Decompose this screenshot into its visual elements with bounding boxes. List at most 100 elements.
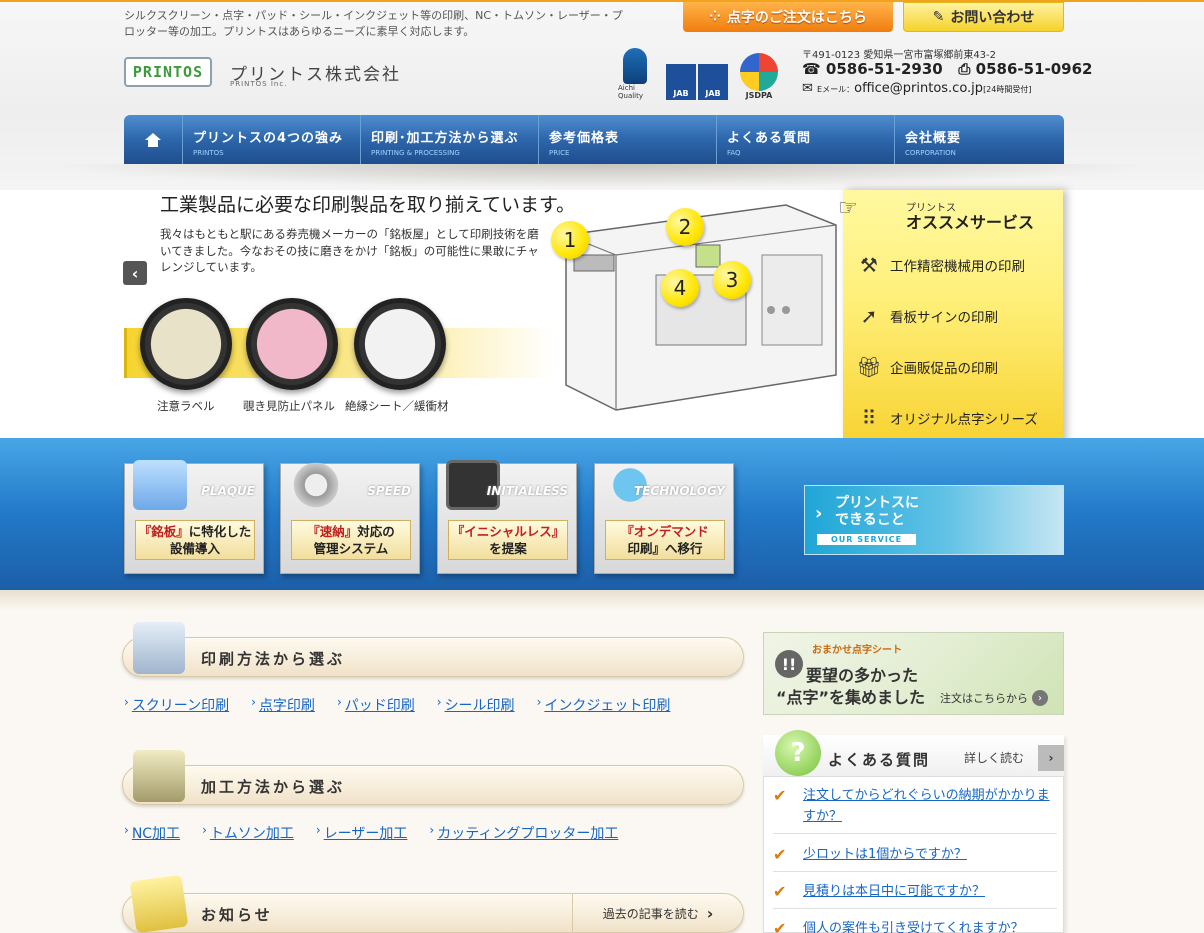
recommend-item-signage[interactable]: ➚ 看板サインの印刷 <box>856 301 1056 331</box>
chevron-right-icon: › <box>706 903 714 923</box>
mail-icon: ✉ <box>802 81 813 96</box>
email-line: ✉ Eメール：office@printos.co.jp[24時間受付] <box>802 81 1031 96</box>
header-description: シルクスクリーン・点字・パッド・シール・インクジェット等の印刷、NC・トムソン・… <box>124 9 623 38</box>
aichi-quality-cert: Aichi Quality <box>618 48 652 100</box>
tools-icon: ⚒ <box>860 253 878 277</box>
logo-text: PRINTOS <box>132 63 204 81</box>
faq-question[interactable]: 少ロットは1個からですか？ <box>803 844 967 865</box>
nav-item-price[interactable]: 参考価格表 PRICE <box>539 115 717 164</box>
link-laser[interactable]: レーザー加工 <box>324 823 408 843</box>
thumb-caution-label[interactable] <box>140 298 232 390</box>
faq-question[interactable]: 注文してからどれぐらいの納期がかかりますか？ <box>803 785 1057 827</box>
section-heading-print: 印刷方法から選ぶ <box>122 622 744 677</box>
link-inkjet-print[interactable]: インクジェット印刷 <box>544 695 670 715</box>
caret-icon: › <box>436 695 442 709</box>
link-thomson[interactable]: トムソン加工 <box>210 823 294 843</box>
card-label: 『銘板』に特化した 設備導入 <box>135 520 255 560</box>
section-title: 加工方法から選ぶ <box>201 778 346 796</box>
slider-prev-button[interactable]: ‹ <box>123 261 147 285</box>
braille-order-button[interactable]: ⁘ 点字のご注文はこちら <box>683 2 893 32</box>
printer-icon <box>133 622 185 674</box>
faq-item: ✔ 少ロットは1個からですか？ <box>773 844 1057 872</box>
fax-number: 0586-51-0962 <box>975 60 1093 78</box>
jsdpa-label: JSDPA <box>745 91 773 100</box>
callout-badge[interactable]: 4 <box>661 269 699 307</box>
recommend-item-machine[interactable]: ⚒ 工作精密機械用の印刷 <box>856 250 1056 280</box>
promo-cta-label: 注文はこちらから <box>940 692 1028 705</box>
link-nc[interactable]: NC加工 <box>132 823 180 843</box>
caret-icon: › <box>315 823 321 837</box>
promo-headline: 要望の多かった <box>806 666 919 685</box>
link-cutting-plotter[interactable]: カッティングプロッター加工 <box>437 823 618 843</box>
nav-item-methods[interactable]: 印刷･加工方法から選ぶ PRINTING & PROCESSING <box>361 115 539 164</box>
recommend-item-label: 工作精密機械用の印刷 <box>890 259 1025 275</box>
jsdpa-cert: JSDPA <box>738 48 780 100</box>
braille-icon: ⠿ <box>861 406 877 430</box>
global-nav: プリントスの4つの強み PRINTOS 印刷･加工方法から選ぶ PRINTING &… <box>124 115 1064 164</box>
email-address[interactable]: office@printos.co.jp <box>854 81 983 96</box>
contact-label: お問い合わせ <box>950 10 1035 26</box>
nav-home[interactable] <box>124 115 183 164</box>
postal-address: 〒491-0123 愛知県一宮市富塚郷前東43-2 <box>802 50 997 61</box>
chevron-right-icon: › <box>1032 690 1048 706</box>
nav-item-strengths[interactable]: プリントスの4つの強み PRINTOS <box>183 115 361 164</box>
faq-more-button[interactable]: › <box>1038 745 1064 771</box>
nav-item-company[interactable]: 会社概要 CORPORATION <box>895 115 1063 164</box>
link-braille-print[interactable]: 点字印刷 <box>259 695 315 715</box>
faq-question[interactable]: 見積りは本日中に可能ですか？ <box>803 881 985 902</box>
recommend-item-braille[interactable]: ⠿ オリジナル点字シリーズ <box>856 403 1056 433</box>
check-icon: ✔ <box>773 786 787 805</box>
faq-more-link[interactable]: 詳しく読む <box>964 749 1024 766</box>
recommend-item-promo[interactable]: 🎁︎ 企画販促品の印刷 <box>856 352 1056 382</box>
link-seal-print[interactable]: シール印刷 <box>445 695 515 715</box>
card-eng: SPEED <box>367 484 411 498</box>
thumb-label: 絶縁シート／緩衝材 <box>345 399 449 413</box>
promo-tag: おまかせ点字シート <box>812 645 902 656</box>
our-service-banner[interactable]: › プリントスに できること OUR SERVICE <box>804 485 1064 555</box>
pencil-icon: ✎ <box>932 9 945 25</box>
company-logo[interactable]: PRINTOS <box>124 57 212 87</box>
card-label: 『速納』対応の 管理システム <box>291 520 411 560</box>
faq-item: ✔ 注文してからどれぐらいの納期がかかりますか？ <box>773 785 1057 834</box>
jsdpa-logo-icon <box>740 53 778 91</box>
exclamation-icon: !! <box>775 650 803 678</box>
past-articles-link[interactable]: 過去の記事を読む › <box>572 894 743 932</box>
promo-order-link[interactable]: 注文はこちらから › <box>940 690 1048 706</box>
thumb-insulation-sheet[interactable] <box>354 298 446 390</box>
contact-button[interactable]: ✎ お問い合わせ <box>903 2 1064 32</box>
document-wrench-icon <box>133 460 187 510</box>
link-screen-print[interactable]: スクリーン印刷 <box>132 695 229 715</box>
past-articles-label: 過去の記事を読む <box>602 906 699 921</box>
link-pad-print[interactable]: パッド印刷 <box>345 695 415 715</box>
caret-icon: › <box>251 695 256 709</box>
pointing-hand-icon: ☞ <box>838 196 858 221</box>
thumb-privacy-panel[interactable] <box>246 298 338 390</box>
braille-dots-icon: ⁘ <box>709 9 721 25</box>
refresh-icon <box>289 460 343 510</box>
strengths-band-fade <box>0 590 1204 610</box>
chevron-left-icon: ‹ <box>131 263 139 283</box>
email-label: Eメール： <box>817 85 855 94</box>
card-eng: TECHNOLOGY <box>634 484 725 498</box>
faq-question[interactable]: 個人の案件も引き受けてくれますか？ <box>803 918 1024 933</box>
strength-card-speed[interactable]: SPEED 『速納』対応の 管理システム <box>280 460 420 574</box>
card-label: 『オンデマンド 印刷』へ移行 <box>605 520 725 560</box>
nav-item-faq[interactable]: よくある質問 FAQ <box>717 115 895 164</box>
email-note: [24時間受付] <box>983 85 1032 94</box>
faq-item: ✔ 見積りは本日中に可能ですか？ <box>773 881 1057 909</box>
card-eng: INITIALLESS <box>486 484 568 498</box>
question-icon: ? <box>775 730 821 776</box>
caret-icon: › <box>536 695 542 709</box>
strength-card-plaque[interactable]: PLAQUE 『銘板』に特化した 設備導入 <box>124 460 264 574</box>
caret-icon: › <box>124 695 129 709</box>
process-method-links: › NC加工 › トムソン加工 › レーザー加工 › カッティングプロッター加工 <box>124 823 640 843</box>
card-eng: PLAQUE <box>201 484 255 498</box>
strength-card-initialless[interactable]: INITIALLESS 『イニシャルレス』 を提案 <box>437 460 577 574</box>
card-label: 『イニシャルレス』 を提案 <box>448 520 568 560</box>
callout-badge[interactable]: 2 <box>666 208 704 246</box>
callout-badge[interactable]: 1 <box>551 221 589 259</box>
strength-card-technology[interactable]: TECHNOLOGY 『オンデマンド 印刷』へ移行 <box>594 460 734 574</box>
callout-badge[interactable]: 3 <box>713 261 751 299</box>
caret-icon: › <box>429 823 435 837</box>
phone-number: 0586-51-2930 <box>825 60 943 78</box>
